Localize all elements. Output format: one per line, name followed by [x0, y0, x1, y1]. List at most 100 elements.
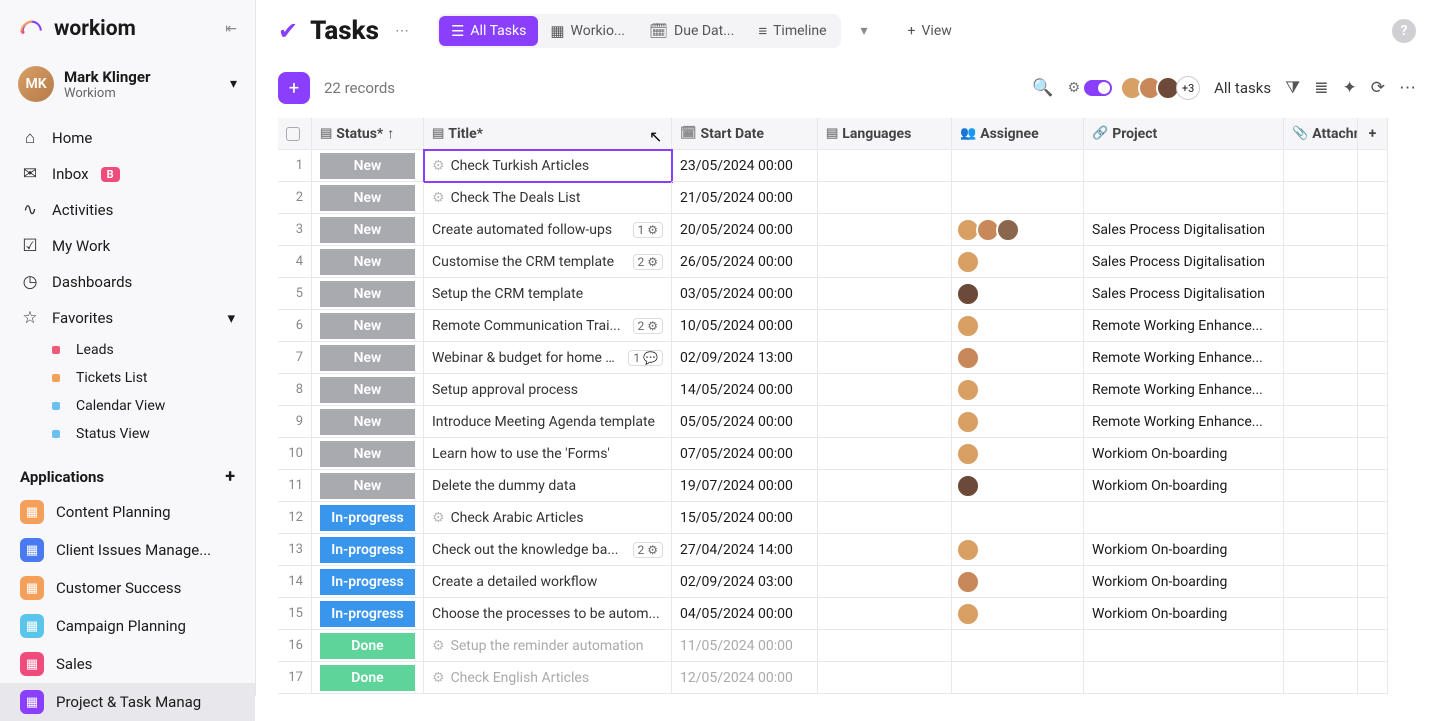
collaborators[interactable]: +3	[1126, 76, 1200, 100]
lang-cell[interactable]	[818, 182, 952, 214]
app-item[interactable]: ▦Content Planning	[0, 493, 255, 531]
brand[interactable]: workiom	[18, 16, 136, 42]
assignee-cell[interactable]	[952, 598, 1084, 630]
start-cell[interactable]: 14/05/2024 00:00	[672, 374, 818, 406]
start-cell[interactable]: 10/05/2024 00:00	[672, 310, 818, 342]
view-workio[interactable]: ▦Workio...	[538, 16, 637, 46]
status-cell[interactable]: New	[312, 310, 424, 342]
start-cell[interactable]: 05/05/2024 00:00	[672, 406, 818, 438]
status-cell[interactable]: In-progress	[312, 566, 424, 598]
attach-cell[interactable]	[1284, 150, 1358, 182]
project-cell[interactable]: Workiom On-boarding	[1084, 470, 1284, 502]
title-cell[interactable]: Remote Communication Trai...2 ⚙	[424, 310, 672, 342]
row-number[interactable]: 17	[278, 662, 312, 694]
view-all-tasks[interactable]: ☰All Tasks	[439, 16, 538, 46]
attach-cell[interactable]	[1284, 342, 1358, 374]
attach-cell[interactable]	[1284, 598, 1358, 630]
status-cell[interactable]: New	[312, 470, 424, 502]
row-number[interactable]: 5	[278, 278, 312, 310]
search-icon[interactable]: 🔍	[1032, 78, 1053, 98]
row-number[interactable]: 16	[278, 630, 312, 662]
attach-cell[interactable]	[1284, 246, 1358, 278]
project-cell[interactable]: Workiom On-boarding	[1084, 438, 1284, 470]
project-cell[interactable]: Workiom On-boarding	[1084, 534, 1284, 566]
status-cell[interactable]: New	[312, 438, 424, 470]
attach-cell[interactable]	[1284, 214, 1358, 246]
start-cell[interactable]: 27/04/2024 14:00	[672, 534, 818, 566]
project-cell[interactable]: Remote Working Enhance...	[1084, 406, 1284, 438]
attach-cell[interactable]	[1284, 470, 1358, 502]
more-users[interactable]: +3	[1176, 76, 1200, 100]
start-cell[interactable]: 04/05/2024 00:00	[672, 598, 818, 630]
project-cell[interactable]	[1084, 182, 1284, 214]
assignee-cell[interactable]	[952, 374, 1084, 406]
start-cell[interactable]: 02/09/2024 03:00	[672, 566, 818, 598]
start-cell[interactable]: 26/05/2024 00:00	[672, 246, 818, 278]
status-cell[interactable]: New	[312, 406, 424, 438]
col-title[interactable]: ▤Title*	[424, 118, 672, 150]
attach-cell[interactable]	[1284, 310, 1358, 342]
collapse-sidebar-icon[interactable]: ⇤	[225, 21, 237, 37]
row-number[interactable]: 13	[278, 534, 312, 566]
status-cell[interactable]: In-progress	[312, 598, 424, 630]
col-status[interactable]: ▤Status* ↑	[312, 118, 424, 150]
row-number[interactable]: 9	[278, 406, 312, 438]
status-cell[interactable]: Done	[312, 630, 424, 662]
start-cell[interactable]: 21/05/2024 00:00	[672, 182, 818, 214]
assignee-cell[interactable]	[952, 150, 1084, 182]
lang-cell[interactable]	[818, 566, 952, 598]
assignee-cell[interactable]	[952, 342, 1084, 374]
attach-cell[interactable]	[1284, 374, 1358, 406]
lang-cell[interactable]	[818, 662, 952, 694]
title-cell[interactable]: ⚙Check English Articles	[424, 662, 672, 694]
project-cell[interactable]: Sales Process Digitalisation	[1084, 246, 1284, 278]
lang-cell[interactable]	[818, 150, 952, 182]
project-cell[interactable]	[1084, 662, 1284, 694]
assignee-cell[interactable]	[952, 246, 1084, 278]
project-cell[interactable]	[1084, 630, 1284, 662]
title-cell[interactable]: Choose the processes to be autom...	[424, 598, 672, 630]
favorite-item[interactable]: Status View	[38, 420, 255, 448]
start-cell[interactable]: 02/09/2024 13:00	[672, 342, 818, 374]
project-cell[interactable]: Workiom On-boarding	[1084, 566, 1284, 598]
title-cell[interactable]: Webinar & budget for home o...1 💬	[424, 342, 672, 374]
refresh-icon[interactable]: ⟳	[1371, 78, 1385, 98]
lang-cell[interactable]	[818, 342, 952, 374]
lang-cell[interactable]	[818, 246, 952, 278]
nav-home[interactable]: ⌂Home	[0, 120, 255, 156]
status-cell[interactable]: New	[312, 182, 424, 214]
assignee-cell[interactable]	[952, 662, 1084, 694]
col-start[interactable]: 🗓Start Date	[672, 118, 818, 150]
attach-cell[interactable]	[1284, 630, 1358, 662]
start-cell[interactable]: 03/05/2024 00:00	[672, 278, 818, 310]
row-number[interactable]: 15	[278, 598, 312, 630]
assignee-cell[interactable]	[952, 278, 1084, 310]
title-cell[interactable]: Setup approval process	[424, 374, 672, 406]
attach-cell[interactable]	[1284, 438, 1358, 470]
app-item[interactable]: ▦Sales	[0, 645, 255, 683]
view-due-date[interactable]: 🗓Due Dat...	[637, 16, 746, 46]
start-cell[interactable]: 11/05/2024 00:00	[672, 630, 818, 662]
favorite-item[interactable]: Tickets List	[38, 364, 255, 392]
row-number[interactable]: 2	[278, 182, 312, 214]
lang-cell[interactable]	[818, 214, 952, 246]
col-project[interactable]: 🔗Project	[1084, 118, 1284, 150]
nav-activities[interactable]: ∿Activities	[0, 192, 255, 228]
attach-cell[interactable]	[1284, 406, 1358, 438]
col-languages[interactable]: ▤Languages	[818, 118, 952, 150]
assignee-cell[interactable]	[952, 502, 1084, 534]
nav-favorites[interactable]: ☆Favorites▾	[0, 300, 255, 336]
add-record-button[interactable]: +	[278, 72, 310, 104]
col-assignee[interactable]: 👥Assignee	[952, 118, 1084, 150]
favorite-item[interactable]: Leads	[38, 336, 255, 364]
status-cell[interactable]: New	[312, 246, 424, 278]
project-cell[interactable]: Workiom On-boarding	[1084, 598, 1284, 630]
title-cell[interactable]: ⚙Setup the reminder automation	[424, 630, 672, 662]
assignee-cell[interactable]	[952, 182, 1084, 214]
row-number[interactable]: 12	[278, 502, 312, 534]
title-cell[interactable]: Setup the CRM template	[424, 278, 672, 310]
user-menu[interactable]: MK Mark Klinger Workiom ▾	[0, 60, 255, 116]
lang-cell[interactable]	[818, 438, 952, 470]
title-cell[interactable]: Customise the CRM template2 ⚙	[424, 246, 672, 278]
app-item[interactable]: ▦Project & Task Manag	[0, 683, 255, 721]
